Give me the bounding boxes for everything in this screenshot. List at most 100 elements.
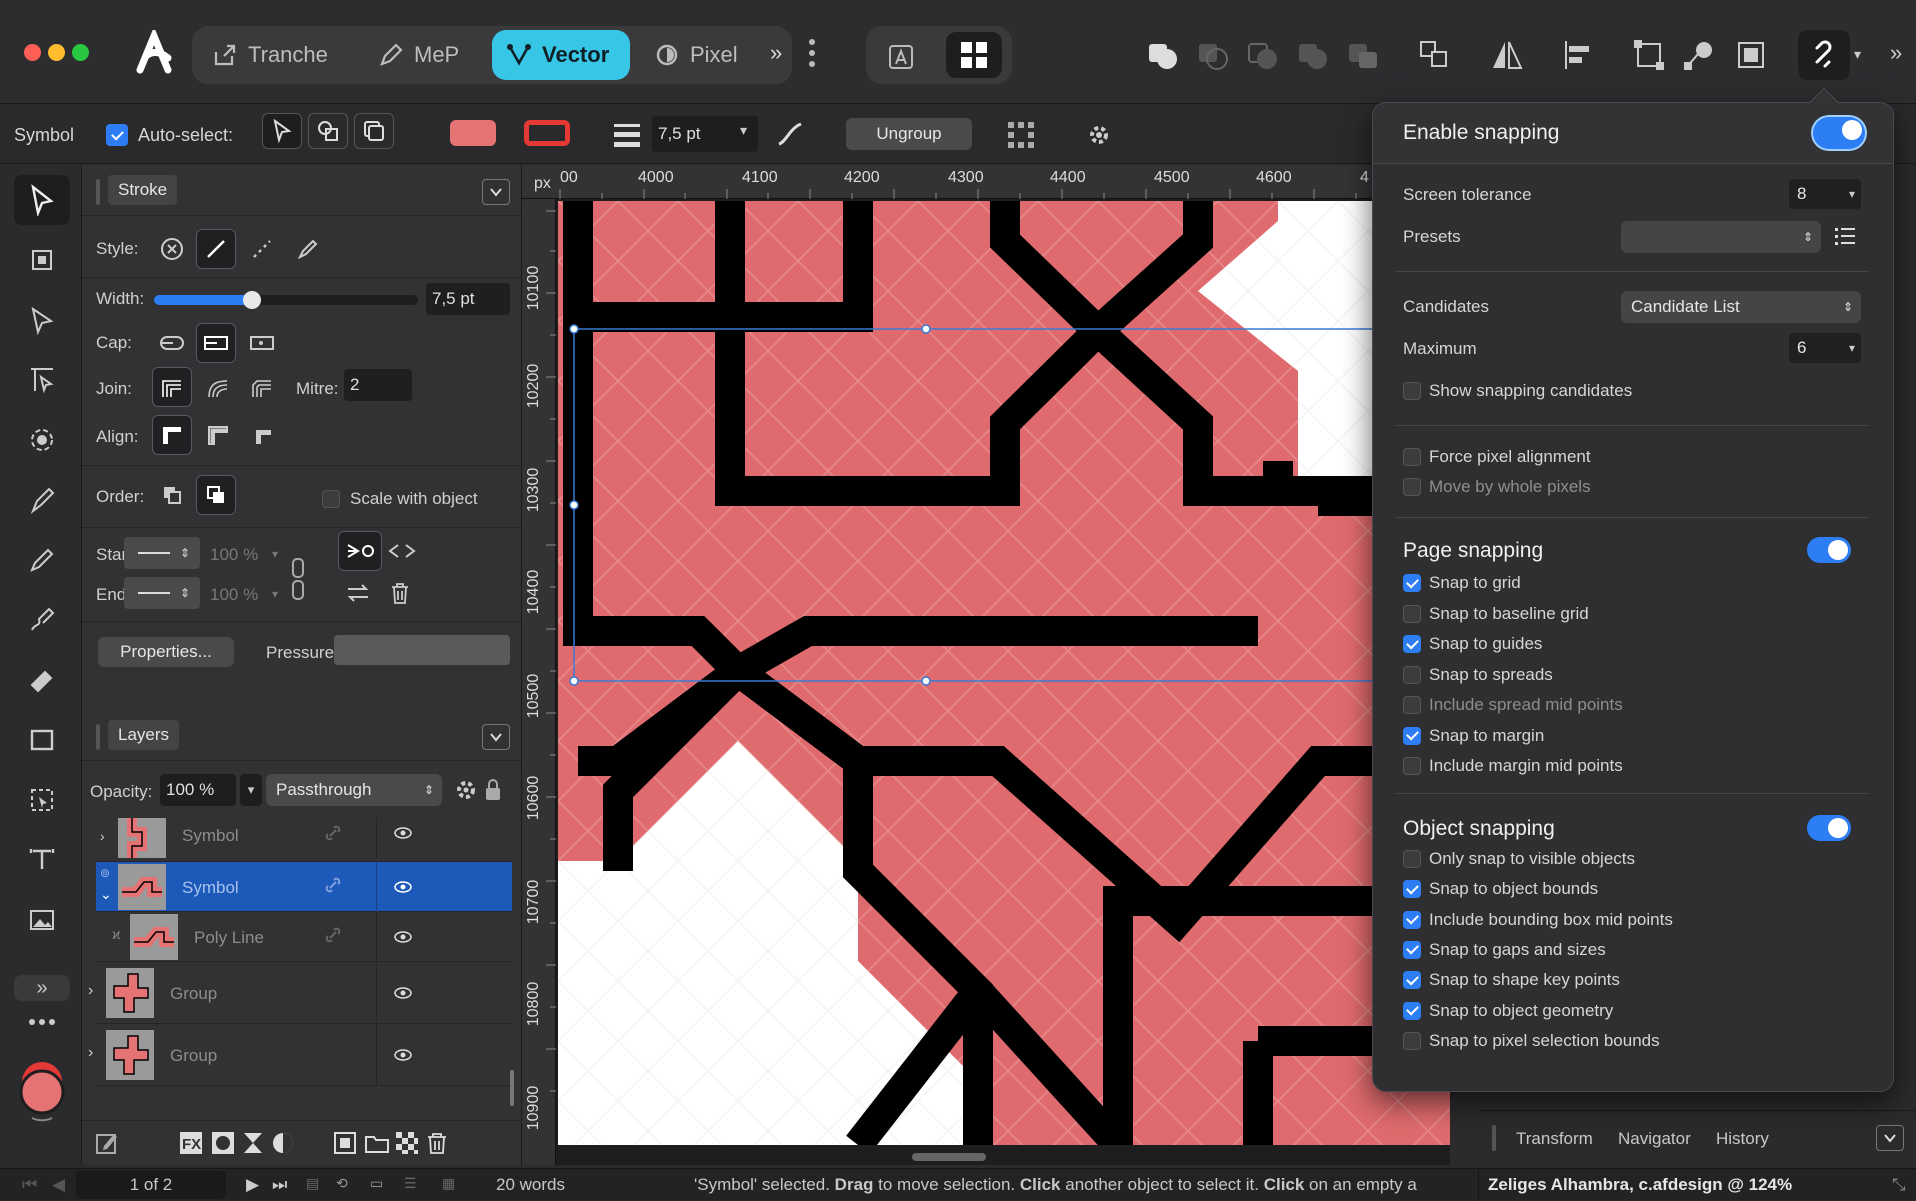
vertical-ruler[interactable]: 10100 10200 10300 10400 10500 10600 1070… (522, 199, 556, 1165)
opacity-field[interactable]: 100 % (160, 774, 236, 806)
object-snap-row[interactable]: Include bounding box mid points (1403, 910, 1869, 930)
expand-tools-icon[interactable]: » (14, 975, 70, 1001)
panel-collapse-icon[interactable] (482, 724, 510, 750)
chevron-right-icon[interactable]: › (88, 982, 93, 1000)
flip-icon[interactable] (1490, 38, 1524, 72)
cap-butt-icon[interactable] (152, 323, 192, 363)
enable-snapping-toggle[interactable] (1813, 117, 1865, 149)
chevron-down-icon[interactable]: ▾ (740, 122, 747, 139)
status-expand-icon[interactable]: ⤡ (1892, 1175, 1906, 1195)
chevron-down-icon[interactable]: ⌄ (100, 886, 112, 903)
stroke-color-swatch[interactable] (524, 120, 570, 146)
chevron-down-icon[interactable]: ▾ (272, 547, 278, 561)
stroke-lines-icon[interactable] (612, 122, 642, 148)
align-icon[interactable] (1562, 38, 1596, 72)
layer-row-selected[interactable]: ⊚ ⌄ Symbol (96, 862, 512, 912)
page-snap-row[interactable]: Snap to baseline grid (1403, 604, 1869, 624)
layers-scrollbar[interactable] (510, 1070, 514, 1106)
boolean-add-icon[interactable] (1146, 38, 1180, 72)
live-filter-icon[interactable] (270, 1130, 296, 1156)
cap-square-icon[interactable] (242, 323, 282, 363)
object-snap-row[interactable]: Snap to pixel selection bounds (1403, 1031, 1869, 1051)
page-snap-row[interactable]: Include spread mid points (1403, 695, 1869, 715)
page-snapping-toggle[interactable] (1807, 537, 1851, 563)
width-field[interactable]: 7,5 pt (426, 283, 510, 315)
edit-layer-icon[interactable] (94, 1130, 120, 1156)
horizontal-ruler[interactable]: px 00 4000 4100 4200 4300 4400 4500 4600… (522, 165, 1450, 199)
style-brush-icon[interactable] (288, 229, 328, 269)
align-center-icon[interactable] (152, 415, 192, 455)
fill-color-swatch[interactable] (450, 120, 496, 146)
first-page-icon[interactable]: ⏮ (22, 1175, 37, 1195)
more-options-icon[interactable] (808, 38, 816, 68)
page-snap-checkbox[interactable] (1403, 665, 1421, 684)
boolean-subtract-icon[interactable] (1196, 38, 1230, 72)
artwork-canvas[interactable] (558, 201, 1450, 1145)
chevron-right-icon[interactable]: › (88, 1044, 93, 1062)
width-slider[interactable] (154, 291, 418, 309)
add-pixel-layer-icon[interactable] (332, 1130, 358, 1156)
link-icon[interactable] (324, 824, 342, 842)
object-snap-row[interactable]: Only snap to visible objects (1403, 849, 1869, 869)
end-arrow-select[interactable]: ⇕ (124, 577, 200, 609)
candidates-select[interactable]: Candidate List ⇕ (1621, 291, 1861, 323)
page-snap-row[interactable]: Include margin mid points (1403, 756, 1869, 776)
page-spread-icon[interactable]: ▤ (306, 1175, 319, 1192)
style-none-icon[interactable] (152, 229, 192, 269)
minimize-window-button[interactable] (48, 44, 65, 61)
color-well[interactable] (18, 1060, 68, 1122)
vector-brush-icon[interactable] (14, 595, 70, 645)
chevron-right-icon[interactable]: › (100, 828, 105, 844)
visibility-eye-icon[interactable] (394, 986, 412, 1000)
tab-layers[interactable]: Layers (108, 720, 180, 750)
select-pointer-icon[interactable] (262, 113, 302, 149)
symbol-sync-icon[interactable]: ⊚ (100, 866, 110, 880)
object-snap-checkbox[interactable] (1403, 940, 1421, 959)
page-snap-checkbox[interactable] (1403, 726, 1421, 745)
toolbar-overflow-icon[interactable]: » (1890, 40, 1902, 66)
maximum-stepper[interactable]: 6 ▾ (1789, 333, 1861, 363)
style-solid-icon[interactable] (196, 229, 236, 269)
panel-collapse-icon[interactable] (482, 179, 510, 205)
chevron-down-icon[interactable]: ▾ (1849, 341, 1855, 355)
show-candidates-checkbox[interactable] (1403, 382, 1421, 400)
arrowhead-swap-icon[interactable] (338, 531, 382, 571)
pen-tool-icon[interactable] (14, 475, 70, 525)
arrowhead-toggle-icon[interactable] (382, 531, 422, 571)
object-snap-checkbox[interactable] (1403, 971, 1421, 990)
last-page-icon[interactable]: ⏭ (272, 1175, 287, 1195)
artboard-tool-icon[interactable] (14, 235, 70, 285)
add-group-folder-icon[interactable] (364, 1130, 390, 1156)
object-snap-row[interactable]: Snap to shape key points (1403, 970, 1869, 990)
cap-round-icon[interactable] (196, 323, 236, 363)
snapping-magnet-icon[interactable] (1798, 30, 1850, 80)
object-snap-checkbox[interactable] (1403, 880, 1421, 899)
delete-arrow-icon[interactable] (380, 573, 420, 613)
panel-collapse-icon[interactable] (1876, 1125, 1904, 1151)
text-frame-icon[interactable] (884, 38, 918, 72)
node-icon[interactable] (1682, 38, 1716, 72)
auto-select-checkbox[interactable]: Auto-select: (106, 118, 233, 152)
checkerboard-icon[interactable] (394, 1130, 420, 1156)
page-snap-checkbox[interactable] (1403, 635, 1421, 653)
properties-button[interactable]: Properties... (98, 637, 234, 667)
force-pixel-checkbox[interactable] (1403, 448, 1421, 466)
image-tool-icon[interactable] (14, 895, 70, 945)
visibility-eye-icon[interactable] (394, 826, 412, 840)
show-candidates-row[interactable]: Show snapping candidates (1403, 381, 1869, 401)
width-slider-knob[interactable] (242, 291, 261, 309)
page-snap-checkbox[interactable] (1403, 696, 1421, 714)
link-icon[interactable] (324, 926, 342, 944)
join-miter-icon[interactable] (152, 367, 192, 407)
lock-icon[interactable] (484, 778, 502, 802)
object-snap-row[interactable]: Snap to gaps and sizes (1403, 940, 1869, 960)
close-window-button[interactable] (24, 44, 41, 61)
link-chain-icon[interactable] (290, 557, 306, 601)
preview-icon[interactable]: ▦ (442, 1175, 455, 1192)
persona-vector[interactable]: Vector (492, 30, 630, 80)
crop-icon[interactable] (1734, 38, 1768, 72)
object-snapping-toggle[interactable] (1807, 815, 1851, 841)
fill-tool-icon[interactable] (14, 655, 70, 705)
auto-select-check[interactable] (106, 124, 128, 146)
persona-mep[interactable]: MeP (364, 30, 473, 80)
